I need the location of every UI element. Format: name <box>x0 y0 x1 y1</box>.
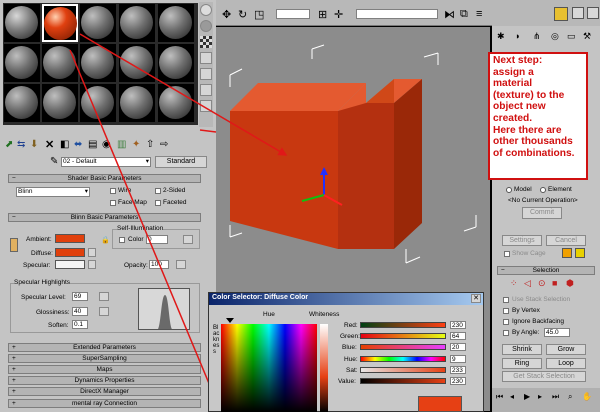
render-type-icon[interactable] <box>587 7 599 19</box>
red-slider[interactable] <box>360 322 446 328</box>
sat-slider[interactable] <box>360 367 446 373</box>
by-vertex-checkbox[interactable] <box>503 308 509 314</box>
current-color-swatch <box>418 396 462 412</box>
grow-button[interactable]: Grow <box>546 344 586 355</box>
vertex-select-icon[interactable]: ⁘ <box>510 278 518 289</box>
ignore-backfacing-label: Ignore Backfacing <box>512 318 565 325</box>
by-vertex-label: By Vertex <box>512 307 540 314</box>
model-radio[interactable] <box>506 187 512 193</box>
sat-value[interactable]: 233 <box>450 366 466 374</box>
arrow-segment <box>199 129 217 133</box>
motion-tab-icon[interactable]: ◎ <box>551 31 559 42</box>
hue-title: Hue <box>263 311 275 318</box>
no-operation-label: <No Current Operation> <box>508 197 578 204</box>
value-label: Value: <box>338 378 356 385</box>
edge-select-icon[interactable]: ◁ <box>524 278 531 289</box>
green-value[interactable]: 64 <box>450 332 466 340</box>
blue-label: Blue: <box>342 344 357 351</box>
whiteness-title: Whiteness <box>309 311 340 318</box>
ring-button[interactable]: Ring <box>502 358 542 369</box>
instruction-note: Next step: assign a material (texture) t… <box>488 52 588 180</box>
goto-start-icon[interactable]: ⏮ <box>496 392 503 402</box>
shrink-button[interactable]: Shrink <box>502 344 542 355</box>
color-selector-titlebar: Color Selector: Diffuse Color ✕ <box>209 293 483 305</box>
use-stack-checkbox[interactable] <box>503 297 509 303</box>
prev-frame-icon[interactable]: ◂ <box>510 392 514 401</box>
green-slider[interactable] <box>360 333 446 339</box>
hue-arrow-icon[interactable] <box>226 318 234 323</box>
display-tab-icon[interactable]: ▭ <box>567 31 576 42</box>
by-angle-checkbox[interactable] <box>503 330 509 336</box>
show-cage-label: Show Cage <box>512 250 546 257</box>
border-select-icon[interactable]: ⊙ <box>538 278 546 289</box>
hue-whiteness-picker[interactable] <box>221 324 317 412</box>
animation-controls: ⏮ ◂ ▶ ▸ ⏭ ⌕ ✋ <box>492 388 600 412</box>
close-icon[interactable]: ✕ <box>471 294 481 303</box>
element-label: Element <box>548 186 572 193</box>
blue-value[interactable]: 20 <box>450 343 466 351</box>
poly-select-icon[interactable]: ■ <box>552 278 557 288</box>
use-stack-label: Use Stack Selection <box>512 296 571 303</box>
render-scene-icon[interactable] <box>554 7 568 21</box>
next-frame-icon[interactable]: ▸ <box>538 392 542 401</box>
cage-color-swatch-1[interactable] <box>562 248 572 258</box>
hierarchy-tab-icon[interactable]: ⋔ <box>533 31 541 42</box>
arrow-to-color-selector <box>69 49 220 407</box>
get-stack-selection-button[interactable]: Get Stack Selection <box>502 371 586 382</box>
red-label: Red: <box>344 322 358 329</box>
value-slider[interactable] <box>360 378 446 384</box>
rollout-selection[interactable]: − Selection <box>497 266 595 275</box>
pan-icon[interactable]: ✋ <box>582 392 592 401</box>
command-panel-tabs <box>492 0 600 26</box>
show-cage-checkbox[interactable] <box>504 251 510 257</box>
value-value[interactable]: 230 <box>450 377 466 385</box>
by-angle-label: By Angle: <box>512 329 540 336</box>
red-value[interactable]: 230 <box>450 321 466 329</box>
quick-render-icon[interactable] <box>572 7 584 19</box>
color-selector-title: Color Selector: Diffuse Color <box>212 294 309 301</box>
blue-slider[interactable] <box>360 344 446 350</box>
cancel-button[interactable]: Cancel <box>546 235 586 246</box>
settings-button[interactable]: Settings <box>502 235 542 246</box>
zoom-icon[interactable]: ⌕ <box>568 392 572 402</box>
green-label: Green: <box>340 333 360 340</box>
element-select-icon[interactable]: ⬢ <box>566 278 574 289</box>
element-radio[interactable] <box>540 187 546 193</box>
hue-value[interactable]: 9 <box>450 355 466 363</box>
sat-label: Sat: <box>346 367 358 374</box>
ignore-backfacing-checkbox[interactable] <box>503 319 509 325</box>
panel-tab-row: ✱ ◗ ⋔ ◎ ▭ ⚒ <box>495 28 598 48</box>
hue-slider[interactable] <box>360 356 446 362</box>
hue-label: Hue: <box>344 356 358 363</box>
model-label: Model <box>514 186 532 193</box>
blackness-slider[interactable] <box>320 324 328 412</box>
play-icon[interactable]: ▶ <box>524 392 530 401</box>
by-angle-value[interactable]: 45.0 <box>544 328 570 337</box>
utilities-tab-icon[interactable]: ⚒ <box>583 31 591 42</box>
blackness-label-column: Blackness <box>213 325 220 355</box>
arrow-to-object <box>79 33 288 156</box>
commit-button[interactable]: Commit <box>522 207 562 219</box>
cage-color-swatch-2[interactable] <box>575 248 585 258</box>
loop-button[interactable]: Loop <box>546 358 586 369</box>
modify-tab-icon[interactable]: ◗ <box>515 31 520 41</box>
goto-end-icon[interactable]: ⏭ <box>552 392 559 402</box>
create-tab-icon[interactable]: ✱ <box>497 31 505 42</box>
